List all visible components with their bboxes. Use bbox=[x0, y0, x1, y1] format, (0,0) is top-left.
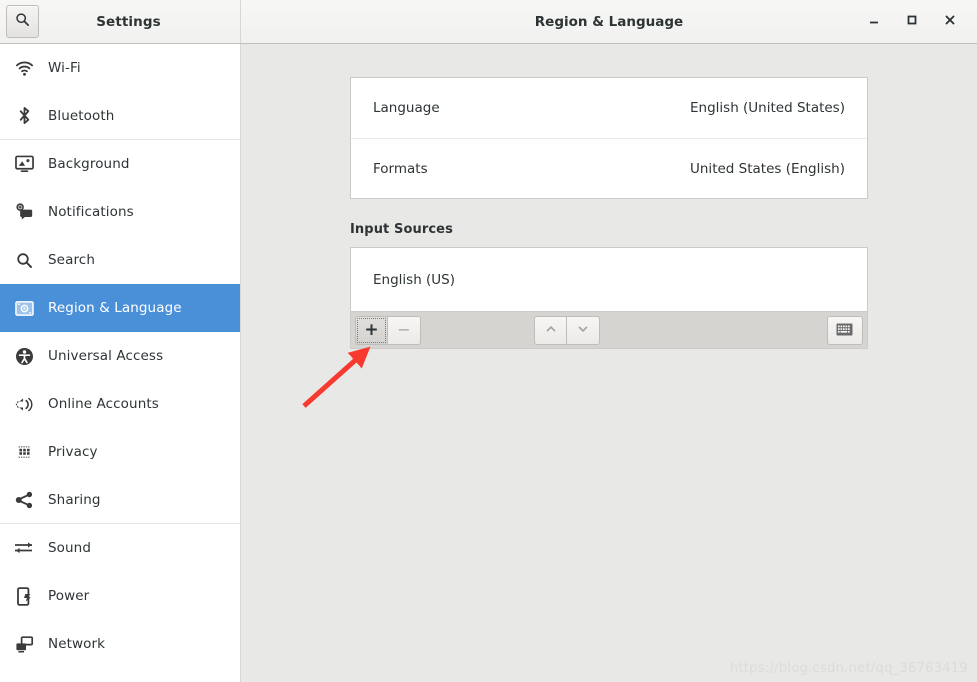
plus-icon: + bbox=[364, 319, 379, 340]
sidebar-item-label: Bluetooth bbox=[48, 107, 115, 124]
close-icon bbox=[943, 12, 957, 31]
input-sources-frame: English (US) + − bbox=[350, 247, 868, 349]
sidebar-item-label: Privacy bbox=[48, 444, 98, 460]
sidebar-item-universal-access[interactable]: Universal Access bbox=[0, 332, 240, 380]
region-language-icon bbox=[12, 297, 36, 319]
sidebar-item-label: Power bbox=[48, 588, 90, 604]
remove-input-source-button[interactable]: − bbox=[388, 315, 421, 345]
universal-access-icon bbox=[12, 345, 36, 367]
add-input-source-button[interactable]: + bbox=[355, 315, 388, 345]
sidebar-item-wi-fi[interactable]: Wi-Fi bbox=[0, 44, 240, 92]
sidebar-item-online-accounts[interactable]: Online Accounts bbox=[0, 380, 240, 428]
background-icon bbox=[12, 153, 36, 175]
settings-row-value: United States (English) bbox=[690, 160, 845, 177]
sidebar-item-label: Sharing bbox=[48, 491, 101, 508]
show-keyboard-layout-button[interactable] bbox=[826, 315, 863, 345]
keyboard-icon bbox=[836, 321, 853, 340]
settings-row-label: Language bbox=[373, 100, 440, 116]
minimize-icon bbox=[867, 12, 881, 31]
privacy-icon bbox=[12, 441, 36, 463]
move-group bbox=[534, 315, 601, 345]
titlebar: Settings Region & Language bbox=[0, 0, 977, 44]
sharing-icon bbox=[12, 489, 36, 511]
sidebar-item-label: Region & Language bbox=[48, 300, 182, 316]
sound-icon bbox=[12, 537, 36, 559]
app-title: Settings bbox=[96, 13, 161, 30]
sidebar-item-search[interactable]: Search bbox=[0, 236, 240, 284]
maximize-icon bbox=[905, 12, 919, 31]
search-icon bbox=[12, 249, 36, 271]
sidebar-item-label: Background bbox=[48, 156, 130, 172]
sidebar-item-power[interactable]: Power bbox=[0, 572, 240, 620]
settings-row-label: Formats bbox=[373, 160, 428, 177]
sidebar-item-label: Network bbox=[48, 636, 106, 652]
add-remove-group: + − bbox=[355, 315, 421, 345]
move-up-button[interactable] bbox=[534, 315, 568, 345]
settings-row-formats[interactable]: Formats United States (English) bbox=[351, 138, 867, 198]
settings-row-language[interactable]: Language English (United States) bbox=[351, 78, 867, 138]
chevron-down-icon bbox=[576, 321, 590, 340]
input-sources-title: Input Sources bbox=[350, 222, 453, 237]
chevron-up-icon bbox=[544, 321, 558, 340]
sidebar-item-label: Notifications bbox=[48, 204, 134, 220]
sidebar-item-sound[interactable]: Sound bbox=[0, 524, 240, 572]
sidebar-item-background[interactable]: Background bbox=[0, 140, 240, 188]
search-button[interactable] bbox=[6, 5, 39, 38]
settings-row-value: English (United States) bbox=[690, 100, 845, 116]
window-controls bbox=[855, 0, 977, 43]
input-sources-list: English (US) bbox=[351, 248, 867, 311]
close-button[interactable] bbox=[931, 1, 969, 43]
sidebar-item-label: Search bbox=[48, 252, 95, 268]
notifications-icon bbox=[12, 201, 36, 223]
sidebar: Wi-Fi Bluetooth Background Notifications Sea… bbox=[0, 44, 241, 682]
input-source-item[interactable]: English (US) bbox=[351, 248, 867, 311]
online-accounts-icon bbox=[12, 393, 36, 415]
power-icon bbox=[12, 585, 36, 607]
sidebar-item-label: Universal Access bbox=[48, 348, 164, 364]
watermark-text: https://blog.csdn.net/qq_36763419 bbox=[729, 661, 968, 676]
network-icon bbox=[12, 633, 36, 655]
content-area: Language English (United States) Formats Un… bbox=[241, 44, 977, 682]
search-icon bbox=[15, 12, 30, 31]
minimize-button[interactable] bbox=[855, 1, 893, 43]
sidebar-item-notifications[interactable]: Notifications bbox=[0, 188, 240, 236]
region-settings-card: Language English (United States) Formats Un… bbox=[350, 77, 868, 199]
settings-window: Settings Region & Language Wi-Fi Bluetoo… bbox=[0, 0, 977, 682]
titlebar-left-section: Settings bbox=[0, 0, 241, 43]
input-sources-toolbar: + − bbox=[351, 311, 867, 348]
wifi-icon bbox=[12, 57, 36, 79]
sidebar-item-bluetooth[interactable]: Bluetooth bbox=[0, 92, 240, 140]
bluetooth-icon bbox=[12, 105, 36, 127]
maximize-button[interactable] bbox=[893, 1, 931, 43]
minus-icon: − bbox=[397, 320, 411, 339]
sidebar-item-label: Wi-Fi bbox=[48, 60, 81, 76]
window-body: Wi-Fi Bluetooth Background Notifications Sea… bbox=[0, 44, 977, 682]
keyboard-layout-group bbox=[826, 315, 863, 345]
sidebar-item-label: Online Accounts bbox=[48, 396, 159, 412]
sidebar-item-network[interactable]: Network bbox=[0, 620, 240, 668]
sidebar-item-label: Sound bbox=[48, 540, 92, 556]
input-source-label: English (US) bbox=[373, 271, 456, 288]
titlebar-right-section: Region & Language bbox=[241, 0, 977, 43]
move-down-button[interactable] bbox=[567, 315, 601, 345]
sidebar-item-sharing[interactable]: Sharing bbox=[0, 476, 240, 524]
input-sources-section: Input Sources English (US) + − bbox=[350, 199, 868, 349]
sidebar-item-privacy[interactable]: Privacy bbox=[0, 428, 240, 476]
sidebar-item-region-language[interactable]: Region & Language bbox=[0, 284, 240, 332]
